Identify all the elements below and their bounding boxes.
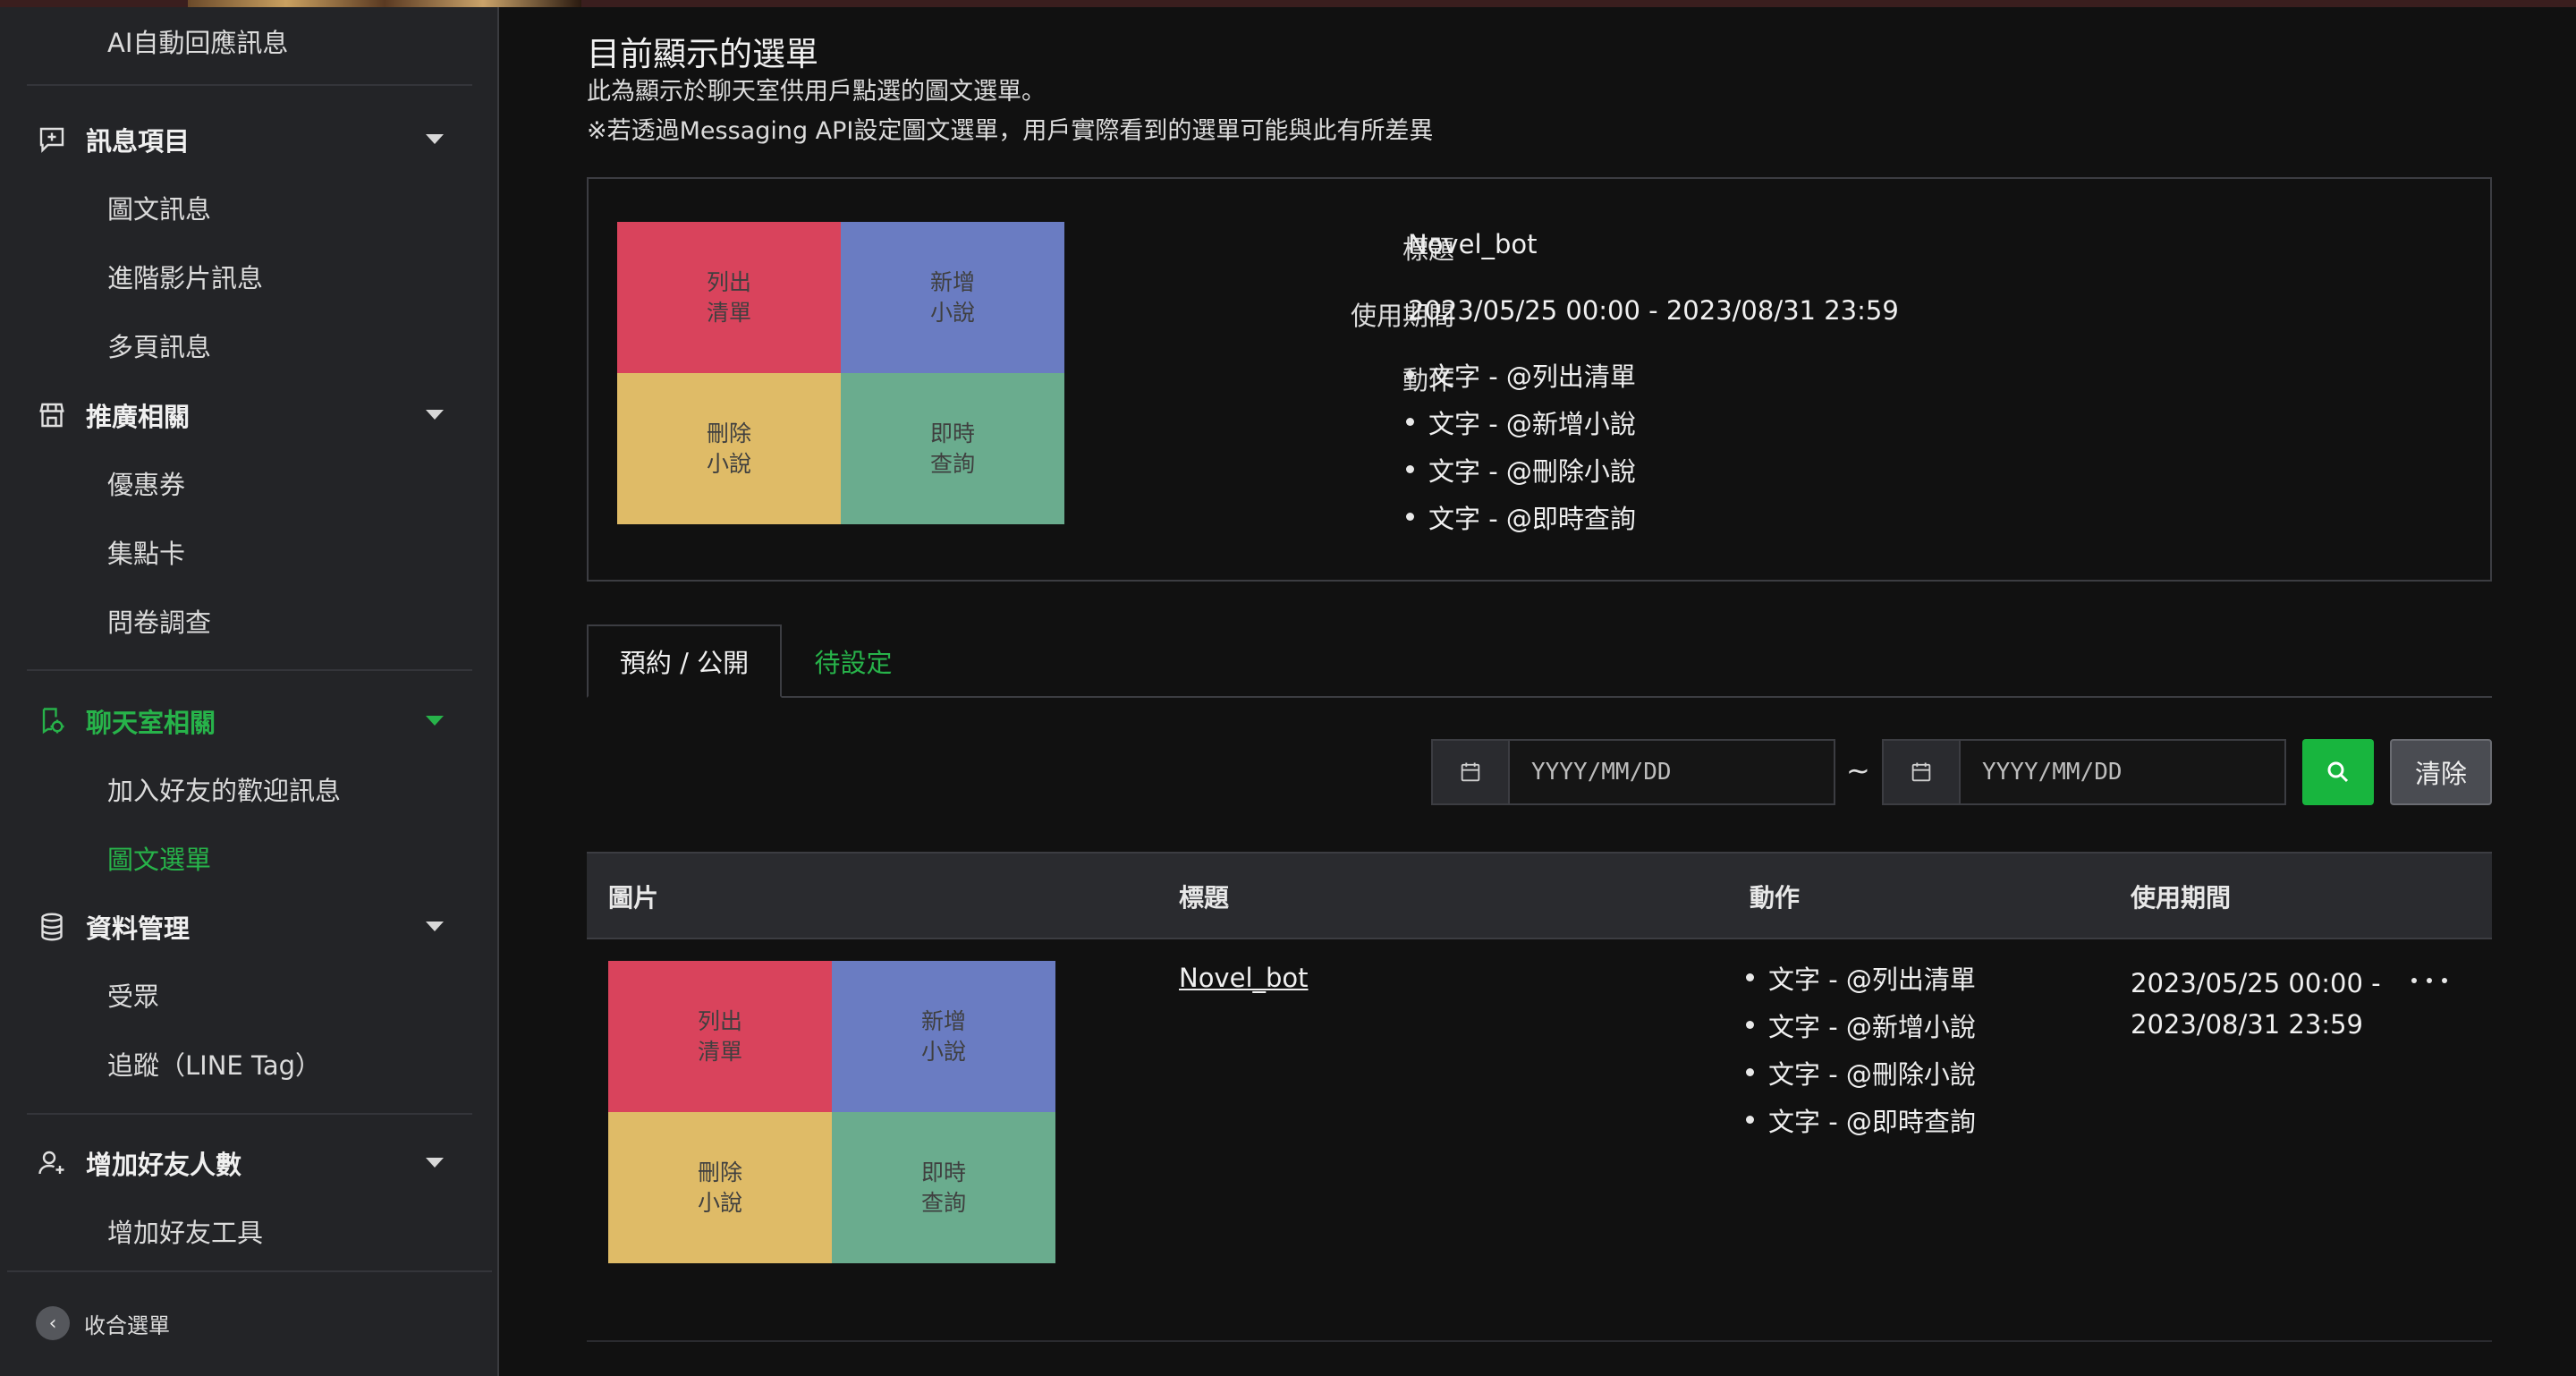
sidebar-item-coupon[interactable]: 優惠券 xyxy=(107,456,185,510)
menu-cell-add: 新增 小說 xyxy=(841,222,1064,373)
sidebar-item-rich-message[interactable]: 圖文訊息 xyxy=(107,181,211,234)
browser-top-strip xyxy=(0,0,2576,7)
search-button[interactable] xyxy=(2302,739,2374,805)
sidebar-item-ai-auto-reply[interactable]: AI自動回應訊息 xyxy=(107,14,288,68)
action-item: 文字 - @列出清單 xyxy=(1402,351,1636,398)
sidebar: AI自動回應訊息 訊息項目 圖文訊息 進階影片訊息 多頁訊息 推廣相關 優惠券 … xyxy=(0,7,499,1376)
sidebar-group-label: 聊天室相關 xyxy=(86,708,216,738)
info-title-value: Novel_bot xyxy=(1408,229,1538,259)
collapse-menu-label: 收合選單 xyxy=(84,1312,170,1338)
status-tabs: 預約 / 公開 待設定 xyxy=(587,624,2492,698)
chevron-down-icon xyxy=(426,134,444,144)
tab-pending[interactable]: 待設定 xyxy=(782,624,925,698)
table-row-period: 2023/05/25 00:00 - 2023/08/31 23:59 xyxy=(2131,963,2381,1045)
menu-cell-add: 新增 小說 xyxy=(832,961,1055,1112)
page-title: 目前顯示的選單 xyxy=(587,35,818,73)
date-range-separator: ~ xyxy=(1846,753,1870,787)
store-icon xyxy=(32,395,72,435)
search-icon xyxy=(2327,761,2349,783)
sidebar-item-rich-menu[interactable]: 圖文選單 xyxy=(107,831,211,885)
clear-button[interactable]: 清除 xyxy=(2390,739,2492,805)
chevron-down-icon xyxy=(426,922,444,931)
table-row-title-link[interactable]: Novel_bot xyxy=(1179,963,1309,993)
chevron-down-icon xyxy=(426,410,444,420)
menu-cell-query: 即時 查詢 xyxy=(841,373,1064,524)
calendar-icon[interactable] xyxy=(1884,741,1961,803)
info-actions-list: 文字 - @列出清單 文字 - @新增小說 文字 - @刪除小說 文字 - @即… xyxy=(1402,351,1636,540)
start-date-field xyxy=(1431,739,1835,805)
menu-cell-list: 列出 清單 xyxy=(617,222,841,373)
sidebar-group-chat[interactable]: 聊天室相關 xyxy=(32,694,467,748)
table-row-actions-list: 文字 - @列出清單 文字 - @新增小說 文字 - @刪除小說 文字 - @即… xyxy=(1742,954,1976,1143)
current-menu-card: 列出 清單 新增 小說 刪除 小說 即時 查詢 標題 Novel_bot 使用期… xyxy=(587,177,2492,582)
table-header: 圖片 標題 動作 使用期間 xyxy=(587,852,2492,939)
action-item: 文字 - @刪除小說 xyxy=(1402,446,1636,493)
action-item: 文字 - @即時查詢 xyxy=(1742,1096,1976,1143)
page-note: ※若透過Messaging API設定圖文選單，用戶實際看到的選單可能與此有所差… xyxy=(587,117,1434,145)
sidebar-group-label: 推廣相關 xyxy=(86,402,191,432)
main-content: 目前顯示的選單 此為顯示於聊天室供用戶點選的圖文選單。 ※若透過Messagin… xyxy=(499,7,2576,1376)
more-options-icon[interactable] xyxy=(2411,972,2447,990)
end-date-input[interactable] xyxy=(1961,741,2283,803)
info-period-value: 2023/05/25 00:00 - 2023/08/31 23:59 xyxy=(1408,295,1899,326)
sidebar-group-label: 訊息項目 xyxy=(86,126,191,157)
sidebar-group-promotion[interactable]: 推廣相關 xyxy=(32,388,467,442)
sidebar-group-messages[interactable]: 訊息項目 xyxy=(32,113,467,166)
page-description: 此為顯示於聊天室供用戶點選的圖文選單。 xyxy=(587,78,1046,106)
sidebar-divider xyxy=(27,84,472,86)
message-plus-icon xyxy=(32,120,72,159)
sidebar-divider xyxy=(7,1270,492,1272)
column-header-period: 使用期間 xyxy=(2131,883,2232,913)
table-row-menu-image: 列出 清單 新增 小說 刪除 小說 即時 查詢 xyxy=(608,961,1055,1263)
sidebar-item-reward-card[interactable]: 集點卡 xyxy=(107,525,185,579)
sidebar-group-label: 增加好友人數 xyxy=(86,1150,242,1180)
add-user-icon xyxy=(32,1143,72,1183)
sidebar-group-data-management[interactable]: 資料管理 xyxy=(32,900,467,954)
chevron-down-icon xyxy=(426,716,444,726)
database-icon xyxy=(32,907,72,947)
sidebar-item-survey[interactable]: 問卷調查 xyxy=(107,594,211,648)
action-item: 文字 - @刪除小說 xyxy=(1742,1049,1976,1096)
column-header-image: 圖片 xyxy=(608,883,659,913)
action-item: 文字 - @即時查詢 xyxy=(1402,493,1636,540)
tab-scheduled-public[interactable]: 預約 / 公開 xyxy=(587,624,782,698)
menu-cell-query: 即時 查詢 xyxy=(832,1112,1055,1263)
table-row-divider xyxy=(587,1340,2492,1342)
menu-cell-delete: 刪除 小說 xyxy=(617,373,841,524)
sidebar-group-label: 資料管理 xyxy=(86,913,191,944)
sidebar-item-add-friend-tools[interactable]: 增加好友工具 xyxy=(107,1204,263,1258)
sidebar-item-video-message[interactable]: 進階影片訊息 xyxy=(107,250,263,303)
menu-cell-list: 列出 清單 xyxy=(608,961,832,1112)
menu-cell-delete: 刪除 小說 xyxy=(608,1112,832,1263)
period-start: 2023/05/25 00:00 - xyxy=(2131,968,2381,998)
chevron-left-icon: ‹ xyxy=(36,1306,70,1340)
start-date-input[interactable] xyxy=(1510,741,1832,803)
action-item: 文字 - @新增小說 xyxy=(1742,1001,1976,1049)
end-date-field xyxy=(1882,739,2286,805)
chat-settings-icon xyxy=(32,701,72,741)
column-header-title: 標題 xyxy=(1179,883,1230,913)
column-header-actions: 動作 xyxy=(1750,883,1801,913)
sidebar-item-multi-page-message[interactable]: 多頁訊息 xyxy=(107,319,211,372)
action-item: 文字 - @列出清單 xyxy=(1742,954,1976,1001)
period-end: 2023/08/31 23:59 xyxy=(2131,1009,2363,1040)
calendar-icon[interactable] xyxy=(1433,741,1510,803)
current-menu-image: 列出 清單 新增 小說 刪除 小說 即時 查詢 xyxy=(617,222,1064,524)
collapse-menu-button[interactable]: ‹ 收合選單 xyxy=(36,1306,170,1340)
sidebar-group-add-friends[interactable]: 增加好友人數 xyxy=(32,1136,467,1190)
sidebar-item-welcome-message[interactable]: 加入好友的歡迎訊息 xyxy=(107,762,341,816)
sidebar-divider xyxy=(27,669,472,671)
banner-art-image xyxy=(188,0,581,7)
chevron-down-icon xyxy=(426,1158,444,1168)
action-item: 文字 - @新增小說 xyxy=(1402,398,1636,446)
sidebar-item-line-tag[interactable]: 追蹤（LINE Tag） xyxy=(107,1037,321,1091)
sidebar-divider xyxy=(27,1113,472,1115)
sidebar-item-audience[interactable]: 受眾 xyxy=(107,968,159,1022)
